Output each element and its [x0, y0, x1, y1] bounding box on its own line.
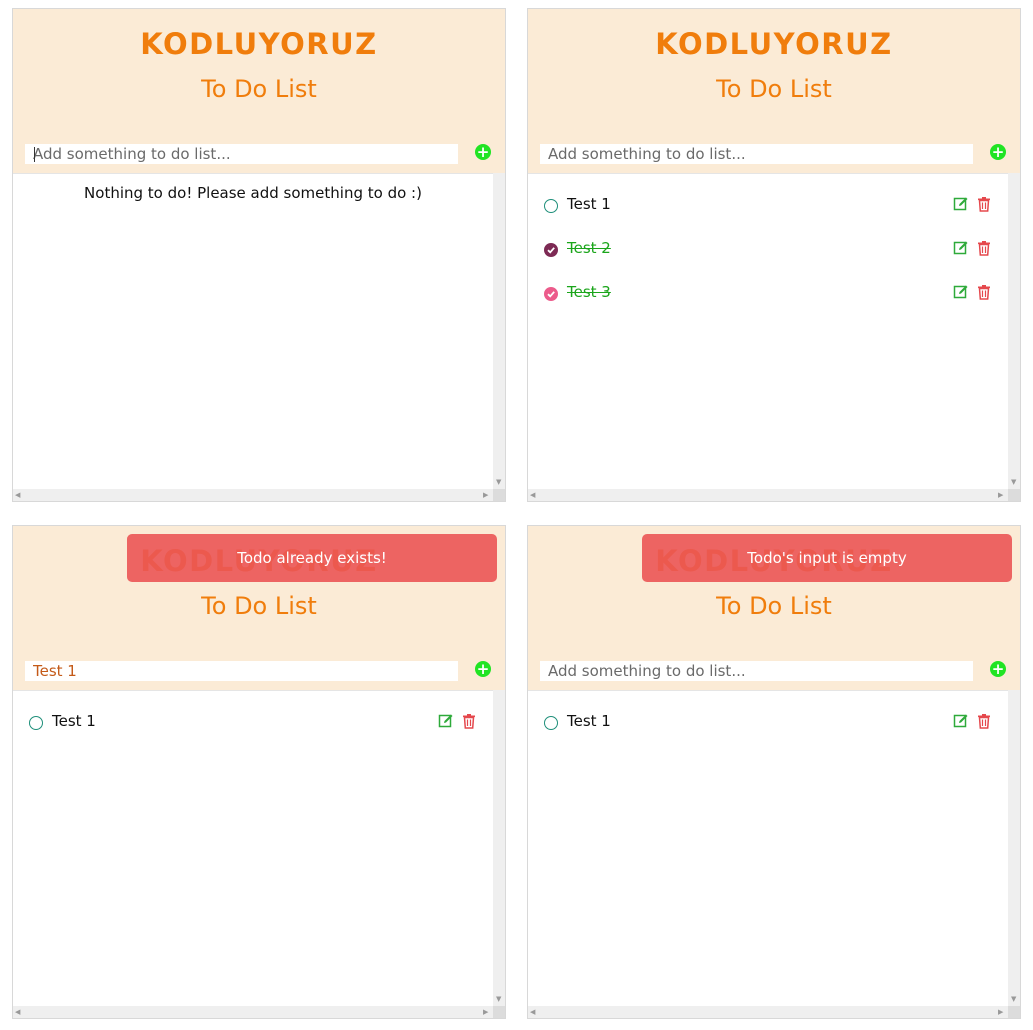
scroll-down-icon[interactable]: ▼: [1011, 996, 1016, 1003]
horizontal-scrollbar[interactable]: ◀ ▶: [13, 489, 493, 501]
edit-icon[interactable]: [438, 713, 454, 729]
todo-app-panel-1: KODLUYORUZ To Do List + Nothing to do! P…: [12, 8, 506, 502]
scroll-down-icon[interactable]: ▼: [1011, 479, 1016, 486]
scroll-corner: [1008, 489, 1020, 501]
app-title: To Do List: [201, 75, 317, 103]
add-button[interactable]: +: [475, 661, 491, 677]
edit-icon[interactable]: [953, 240, 969, 256]
edit-icon[interactable]: [953, 196, 969, 212]
trash-icon[interactable]: [461, 713, 477, 729]
horizontal-scrollbar[interactable]: ◀ ▶: [528, 1006, 1008, 1018]
todo-item: Test 1: [528, 194, 1008, 220]
todo-item: Test 1: [13, 711, 493, 737]
text-cursor: [34, 147, 35, 162]
vertical-scrollbar[interactable]: ▼: [1008, 173, 1020, 489]
add-button[interactable]: +: [990, 144, 1006, 160]
check-circle-icon[interactable]: [544, 287, 558, 301]
todo-app-panel-4: KODLUYORUZ To Do List + Test 1 ▼ ◀ ▶: [527, 525, 1021, 1019]
todo-list: Nothing to do! Please add something to d…: [13, 173, 493, 490]
error-toast[interactable]: Todo already exists!: [127, 534, 497, 582]
header: KODLUYORUZ To Do List +: [13, 9, 505, 173]
todo-list: Test 1 Test 2 Test 3: [528, 173, 1008, 490]
empty-message: Nothing to do! Please add something to d…: [84, 184, 422, 202]
todo-list: Test 1: [528, 690, 1008, 1007]
todo-text: Test 1: [567, 195, 611, 213]
trash-icon[interactable]: [976, 284, 992, 300]
scroll-corner: [493, 1006, 505, 1018]
check-circle-icon[interactable]: [29, 716, 43, 730]
check-circle-icon[interactable]: [544, 243, 558, 257]
trash-icon[interactable]: [976, 196, 992, 212]
scroll-right-icon[interactable]: ▶: [998, 1009, 1003, 1016]
todo-input[interactable]: [540, 661, 973, 681]
todo-item: Test 3: [528, 282, 1008, 308]
todo-app-panel-2: KODLUYORUZ To Do List + Test 1 Te: [527, 8, 1021, 502]
vertical-scrollbar[interactable]: ▼: [493, 173, 505, 489]
todo-item: Test 2: [528, 238, 1008, 264]
logo: KODLUYORUZ: [140, 27, 378, 61]
edit-icon[interactable]: [953, 713, 969, 729]
edit-icon[interactable]: [953, 284, 969, 300]
todo-text: Test 2: [567, 239, 611, 257]
check-circle-icon[interactable]: [544, 716, 558, 730]
vertical-scrollbar[interactable]: ▼: [1008, 690, 1020, 1006]
horizontal-scrollbar[interactable]: ◀ ▶: [13, 1006, 493, 1018]
scroll-right-icon[interactable]: ▶: [483, 492, 488, 499]
app-title: To Do List: [201, 592, 317, 620]
error-toast[interactable]: Todo's input is empty: [642, 534, 1012, 582]
todo-text: Test 1: [52, 712, 96, 730]
horizontal-scrollbar[interactable]: ◀ ▶: [528, 489, 1008, 501]
todo-text: Test 3: [567, 283, 611, 301]
app-title: To Do List: [716, 75, 832, 103]
scroll-down-icon[interactable]: ▼: [496, 996, 501, 1003]
scroll-left-icon[interactable]: ◀: [530, 1009, 535, 1016]
scroll-right-icon[interactable]: ▶: [483, 1009, 488, 1016]
scroll-down-icon[interactable]: ▼: [496, 479, 501, 486]
scroll-corner: [493, 489, 505, 501]
app-title: To Do List: [716, 592, 832, 620]
scroll-left-icon[interactable]: ◀: [530, 492, 535, 499]
trash-icon[interactable]: [976, 240, 992, 256]
todo-app-panel-3: KODLUYORUZ To Do List + Test 1 ▼ ◀ ▶: [12, 525, 506, 1019]
scroll-right-icon[interactable]: ▶: [998, 492, 1003, 499]
todo-input[interactable]: [25, 144, 458, 164]
scroll-left-icon[interactable]: ◀: [15, 492, 20, 499]
vertical-scrollbar[interactable]: ▼: [493, 690, 505, 1006]
todo-text: Test 1: [567, 712, 611, 730]
add-button[interactable]: +: [990, 661, 1006, 677]
check-circle-icon[interactable]: [544, 199, 558, 213]
todo-item: Test 1: [528, 711, 1008, 737]
logo: KODLUYORUZ: [655, 27, 893, 61]
scroll-corner: [1008, 1006, 1020, 1018]
header: KODLUYORUZ To Do List +: [528, 9, 1020, 173]
scroll-left-icon[interactable]: ◀: [15, 1009, 20, 1016]
todo-list: Test 1: [13, 690, 493, 1007]
todo-input[interactable]: [25, 661, 458, 681]
add-button[interactable]: +: [475, 144, 491, 160]
trash-icon[interactable]: [976, 713, 992, 729]
todo-input[interactable]: [540, 144, 973, 164]
